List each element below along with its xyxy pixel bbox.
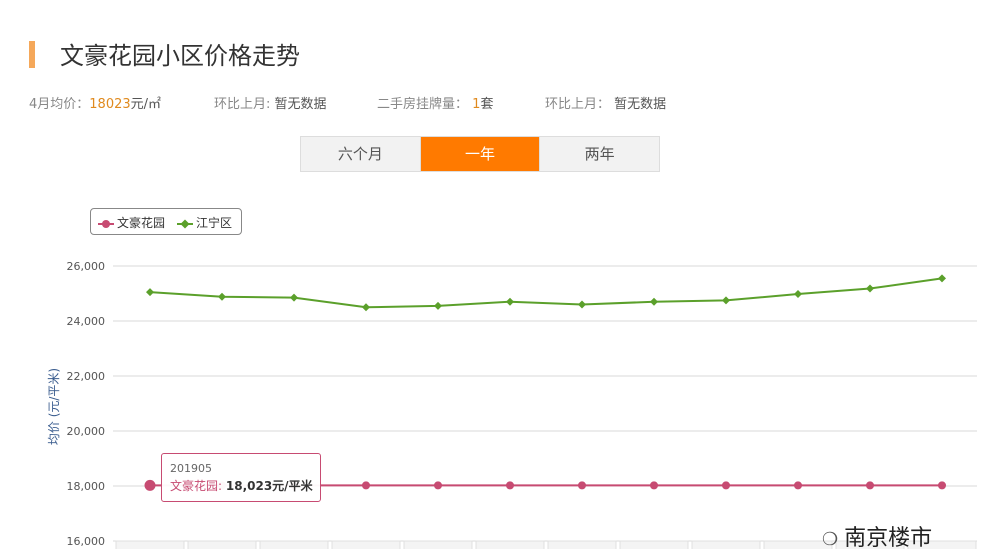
tooltip-series-name: 文豪花园 bbox=[170, 479, 219, 493]
x-tick-box bbox=[619, 540, 689, 549]
watermark: ❍ 南京楼市 bbox=[822, 520, 932, 549]
legend-swatch-jiangning bbox=[177, 218, 193, 230]
data-point bbox=[938, 274, 946, 283]
x-tick-box bbox=[547, 540, 617, 549]
data-point bbox=[794, 290, 802, 299]
data-point bbox=[506, 481, 514, 490]
y-tick-label: 20,000 bbox=[67, 425, 106, 438]
data-point bbox=[144, 479, 156, 491]
chart-legend: 文豪花园 江宁区 bbox=[90, 208, 242, 235]
tooltip-value-line: 文豪花园: 18,023元/平米 bbox=[170, 479, 313, 493]
legend-item-jiangning[interactable]: 江宁区 bbox=[177, 214, 232, 231]
data-point bbox=[146, 288, 154, 297]
y-axis-label: 均价 (元/平米) bbox=[47, 368, 61, 445]
data-point bbox=[434, 301, 442, 310]
y-tick-label: 16,000 bbox=[67, 535, 106, 548]
y-tick-label: 18,000 bbox=[67, 480, 106, 493]
series-line bbox=[149, 277, 943, 309]
price-trend-chart: 16,000 18,000 20,000 22,000 24,000 26,000 均价 (… bbox=[47, 260, 977, 549]
data-point bbox=[506, 297, 514, 306]
x-tick-box bbox=[691, 540, 761, 549]
data-point bbox=[650, 481, 658, 490]
chart-tooltip: 201905 文豪花园: 18,023元/平米 bbox=[161, 453, 321, 502]
wechat-icon: ❍ bbox=[822, 529, 839, 549]
y-tick-label: 26,000 bbox=[67, 260, 106, 273]
x-tick-box bbox=[403, 540, 473, 549]
watermark-text: 南京楼市 bbox=[844, 526, 933, 549]
data-point bbox=[218, 292, 226, 301]
x-tick-box bbox=[475, 540, 545, 549]
data-point bbox=[722, 481, 730, 490]
data-point bbox=[362, 481, 370, 490]
x-tick-box bbox=[115, 540, 185, 549]
data-point bbox=[794, 481, 802, 490]
legend-label-wenhao: 文豪花园 bbox=[117, 216, 166, 230]
y-tick-label: 22,000 bbox=[67, 370, 106, 383]
data-point bbox=[722, 296, 730, 305]
data-point bbox=[362, 303, 370, 312]
x-tick-box bbox=[331, 540, 401, 549]
data-point bbox=[578, 481, 586, 490]
legend-label-jiangning: 江宁区 bbox=[196, 216, 233, 230]
tooltip-value: 18,023元/平米 bbox=[225, 479, 313, 493]
data-point bbox=[578, 300, 586, 309]
legend-item-wenhao[interactable]: 文豪花园 bbox=[98, 214, 165, 231]
data-point bbox=[290, 293, 298, 302]
tooltip-x-label: 201905 bbox=[170, 462, 212, 475]
data-point bbox=[866, 284, 874, 293]
data-point bbox=[938, 481, 946, 490]
legend-swatch-wenhao bbox=[98, 218, 114, 230]
data-point bbox=[866, 481, 874, 490]
x-tick-box bbox=[187, 540, 257, 549]
x-tick-box bbox=[259, 540, 329, 549]
y-tick-label: 24,000 bbox=[67, 315, 106, 328]
data-point bbox=[434, 481, 442, 490]
data-point bbox=[650, 297, 658, 306]
